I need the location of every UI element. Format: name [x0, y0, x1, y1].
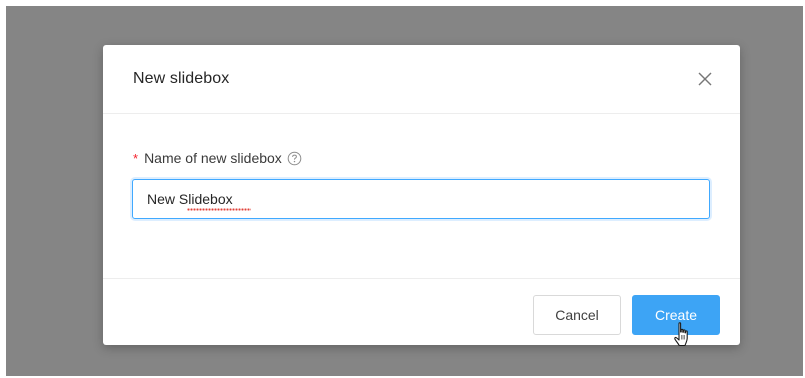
- required-mark: *: [133, 150, 139, 166]
- dialog-footer: Cancel Create: [103, 278, 740, 346]
- question-circle-icon[interactable]: [287, 151, 302, 166]
- new-slidebox-dialog: New slidebox * Name of new slidebox Canc…: [103, 45, 740, 345]
- name-field-label: * Name of new slidebox: [133, 148, 302, 168]
- slidebox-name-input[interactable]: [132, 179, 710, 219]
- name-label-text: Name of new slidebox: [144, 150, 282, 166]
- cancel-button[interactable]: Cancel: [533, 295, 621, 335]
- dialog-title: New slidebox: [133, 70, 230, 87]
- close-icon[interactable]: [696, 70, 714, 88]
- create-button[interactable]: Create: [632, 295, 720, 335]
- dialog-header: New slidebox: [103, 45, 740, 114]
